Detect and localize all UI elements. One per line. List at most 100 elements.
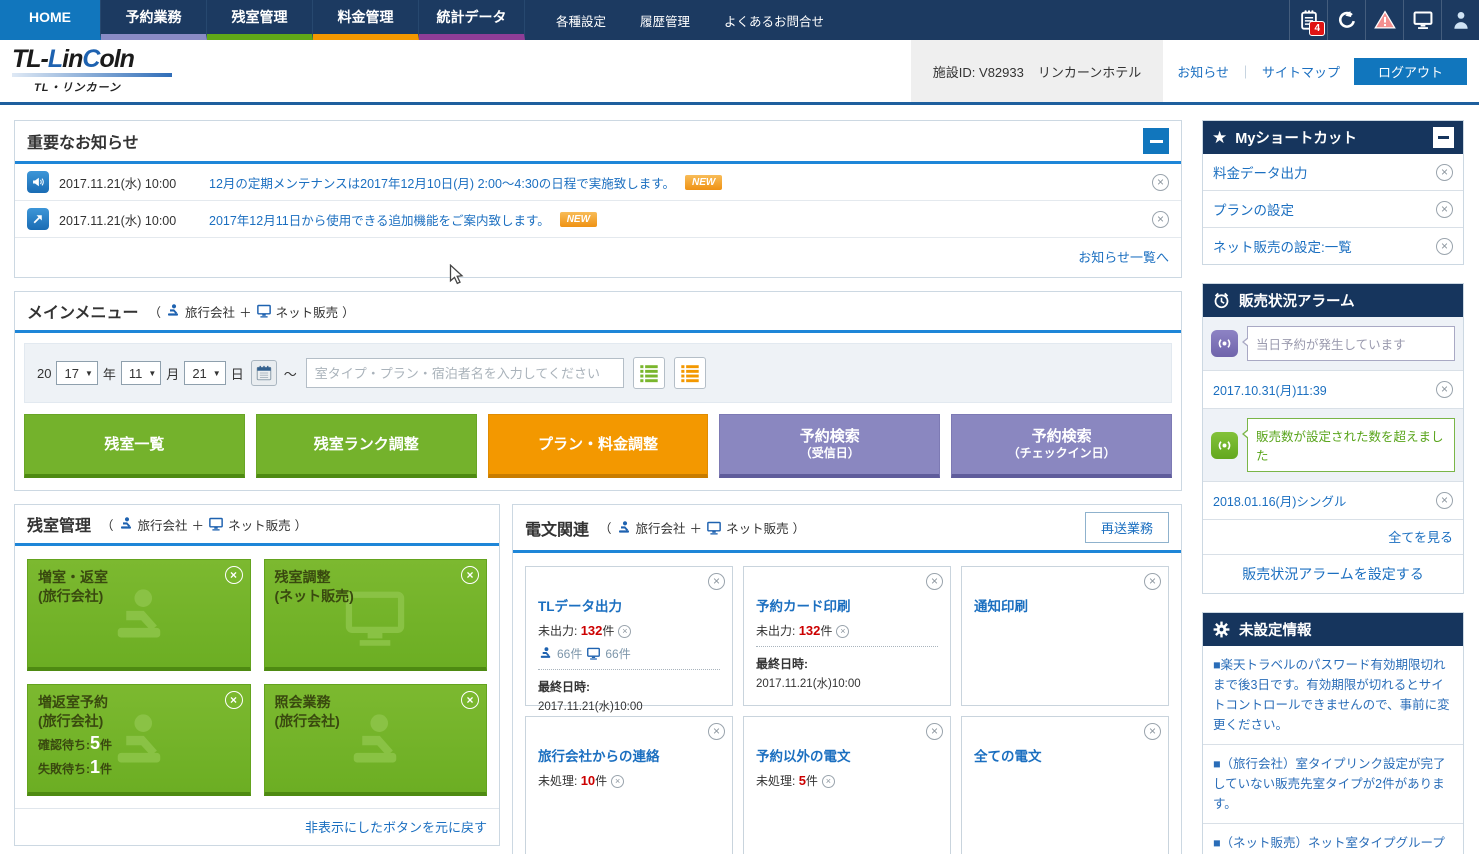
monitor-button[interactable] <box>1403 0 1441 40</box>
logout-button[interactable]: ログアウト <box>1354 58 1467 85</box>
card-stat: 未出力: 132件× <box>756 622 938 639</box>
room-rank-adjust-button[interactable]: 残室ランク調整 <box>256 414 477 478</box>
nav-link-faq[interactable]: よくあるお問合せ <box>707 11 841 30</box>
last-date-label: 最終日時: <box>756 655 938 672</box>
utility-icons: 4 <box>1289 0 1479 40</box>
header-links: お知らせ ｜ サイトマップ <box>1163 62 1354 81</box>
gear-icon <box>1212 620 1231 639</box>
all-notices-link[interactable]: お知らせ一覧へ <box>1078 250 1169 265</box>
card-close-icon[interactable]: × <box>708 573 725 590</box>
plan-rate-adjust-button[interactable]: プラン・料金調整 <box>488 414 709 478</box>
stat-close-icon[interactable]: × <box>822 775 835 788</box>
year-select[interactable]: 17▼ <box>56 361 97 385</box>
alert-button[interactable] <box>1365 0 1403 40</box>
card-close-icon[interactable]: × <box>926 723 943 740</box>
shortcut-link[interactable]: ネット販売の設定:一覧 <box>1213 236 1352 256</box>
alarm-close-icon[interactable]: × <box>1436 381 1453 398</box>
shortcut-link[interactable]: プランの設定 <box>1213 199 1294 219</box>
shortcut-item: ネット販売の設定:一覧 × <box>1203 228 1463 264</box>
tab-statistics[interactable]: 統計データ <box>419 0 525 40</box>
tab-rates[interactable]: 料金管理 <box>313 0 419 40</box>
stat-close-icon[interactable]: × <box>836 625 849 638</box>
tile-subtitle: (旅行会社) <box>38 587 240 606</box>
new-badge: NEW <box>685 175 722 190</box>
tile-inquiry-work[interactable]: 照会業務 (旅行会社) × <box>264 684 488 796</box>
search-list-orange-button[interactable] <box>674 357 706 389</box>
dotted-divider <box>538 669 720 670</box>
tile-add-return-reservation[interactable]: 増返室予約 (旅行会社) 確認待ち:5件 失敗待ち:1件 × <box>27 684 251 796</box>
card-close-icon[interactable]: × <box>1144 573 1161 590</box>
tab-home[interactable]: HOME <box>0 0 101 40</box>
sitemap-link[interactable]: サイトマップ <box>1262 62 1340 81</box>
configure-alarm-link[interactable]: 販売状況アラームを設定する <box>1242 566 1424 582</box>
see-all-row: 全てを見る <box>1203 520 1463 555</box>
nav-link-history[interactable]: 履歴管理 <box>623 11 707 30</box>
resend-work-button[interactable]: 再送業務 <box>1085 512 1169 543</box>
card-title-link[interactable]: 旅行会社からの連絡 <box>538 745 660 765</box>
alarm-entry-link[interactable]: 2018.01.16(月)シングル <box>1213 491 1346 510</box>
chevron-down-icon: ▼ <box>148 369 156 378</box>
stat-close-icon[interactable]: × <box>618 625 631 638</box>
unset-info-item[interactable]: ■楽天トラベルのパスワード有効期限切れまで後3日です。有効期限が切れるとサイトコ… <box>1203 646 1463 745</box>
card-title-link[interactable]: 予約以外の電文 <box>756 745 851 765</box>
tab-reservation[interactable]: 予約業務 <box>101 0 207 40</box>
card-agency-contact: × 旅行会社からの連絡 未処理: 10件× <box>525 716 733 854</box>
unset-info-item[interactable]: ■（旅行会社）室タイプリンク設定が完了していない販売先室タイプが2件があります。 <box>1203 745 1463 824</box>
see-all-link[interactable]: 全てを見る <box>1388 530 1453 545</box>
search-list-green-button[interactable] <box>633 357 665 389</box>
unset-info-item[interactable]: ■（ネット販売）ネット室タイプグループ設定が完了していない販売室タイプが3件あり… <box>1203 824 1463 854</box>
tab-room-stock-label: 残室管理 <box>232 7 288 27</box>
tilde: ～ <box>284 364 297 383</box>
card-title-link[interactable]: 通知印刷 <box>974 595 1028 615</box>
restore-hidden-buttons-link[interactable]: 非表示にしたボタンを元に戻す <box>305 820 487 835</box>
header-notice-link[interactable]: お知らせ <box>1177 62 1229 81</box>
shortcut-close-icon[interactable]: × <box>1436 164 1453 181</box>
reservation-search-received-button[interactable]: 予約検索（受信日） <box>719 414 940 478</box>
card-title-link[interactable]: 全ての電文 <box>974 745 1042 765</box>
tab-room-stock[interactable]: 残室管理 <box>207 0 313 40</box>
shortcuts-collapse-button[interactable] <box>1433 127 1454 148</box>
tile-room-adjust-net[interactable]: 残室調整 (ネット販売) × <box>264 559 488 671</box>
search-input[interactable] <box>306 358 624 388</box>
agent-icon <box>165 303 181 319</box>
notice-close-icon[interactable]: × <box>1152 174 1169 191</box>
memo-button[interactable]: 4 <box>1289 0 1327 40</box>
notice-close-icon[interactable]: × <box>1152 211 1169 228</box>
shortcut-close-icon[interactable]: × <box>1436 201 1453 218</box>
alarm-bubble: 販売数が設定された数を超えました <box>1247 418 1455 472</box>
month-select[interactable]: 11▼ <box>121 361 161 385</box>
card-close-icon[interactable]: × <box>1144 723 1161 740</box>
alarm-close-icon[interactable]: × <box>1436 492 1453 509</box>
shortcut-close-icon[interactable]: × <box>1436 238 1453 255</box>
refresh-button[interactable] <box>1327 0 1365 40</box>
tile-subtitle: (旅行会社) <box>275 712 477 731</box>
my-shortcuts-panel: ★ Myショートカット 料金データ出力 × プランの設定 × ネット販売の設定:… <box>1202 120 1464 265</box>
room-stock-list-button[interactable]: 残室一覧 <box>24 414 245 478</box>
alarm-bubble: 当日予約が発生しています <box>1247 326 1455 361</box>
alarm-bubble-row: 販売数が設定された数を超えました <box>1203 409 1463 482</box>
shortcut-link[interactable]: 料金データ出力 <box>1213 162 1308 182</box>
notices-collapse-button[interactable] <box>1143 128 1169 154</box>
card-close-icon[interactable]: × <box>926 573 943 590</box>
tile-title: 残室調整 <box>275 568 477 587</box>
notice-link[interactable]: 12月の定期メンテナンスは2017年12月10日(月) 2:00～4:30の日程… <box>209 173 675 192</box>
main-menu-header: メインメニュー （ 旅行会社 ＋ ネット販売 ） <box>15 292 1181 333</box>
account-button[interactable] <box>1441 0 1479 40</box>
card-title-link[interactable]: 予約カード印刷 <box>756 595 851 615</box>
stat-close-icon[interactable]: × <box>611 775 624 788</box>
datepicker-button[interactable] <box>251 360 277 386</box>
nav-link-settings[interactable]: 各種設定 <box>539 11 623 30</box>
monitor-icon <box>208 516 224 532</box>
notice-link[interactable]: 2017年12月11日から使用できる追加機能をご案内致します。 <box>209 210 550 229</box>
shortcut-item: プランの設定 × <box>1203 191 1463 228</box>
day-select[interactable]: 21▼ <box>184 361 225 385</box>
card-close-icon[interactable]: × <box>708 723 725 740</box>
card-title-link[interactable]: TLデータ出力 <box>538 595 622 615</box>
reservation-search-checkin-button[interactable]: 予約検索（チェックイン日） <box>951 414 1172 478</box>
sales-alarm-title: 販売状況アラーム <box>1239 290 1355 311</box>
alarm-entry-link[interactable]: 2017.10.31(月)11:39 <box>1213 380 1327 399</box>
page: HOME 予約業務 残室管理 料金管理 統計データ 各種設定 履歴管理 よくある… <box>0 0 1479 854</box>
main-menu-panel: メインメニュー （ 旅行会社 ＋ ネット販売 ） 20 17▼ 年 <box>14 291 1182 491</box>
app-logo[interactable]: TL-LinColn TL・リンカーン <box>12 47 202 95</box>
tile-add-return-rooms[interactable]: 増室・返室 (旅行会社) × <box>27 559 251 671</box>
